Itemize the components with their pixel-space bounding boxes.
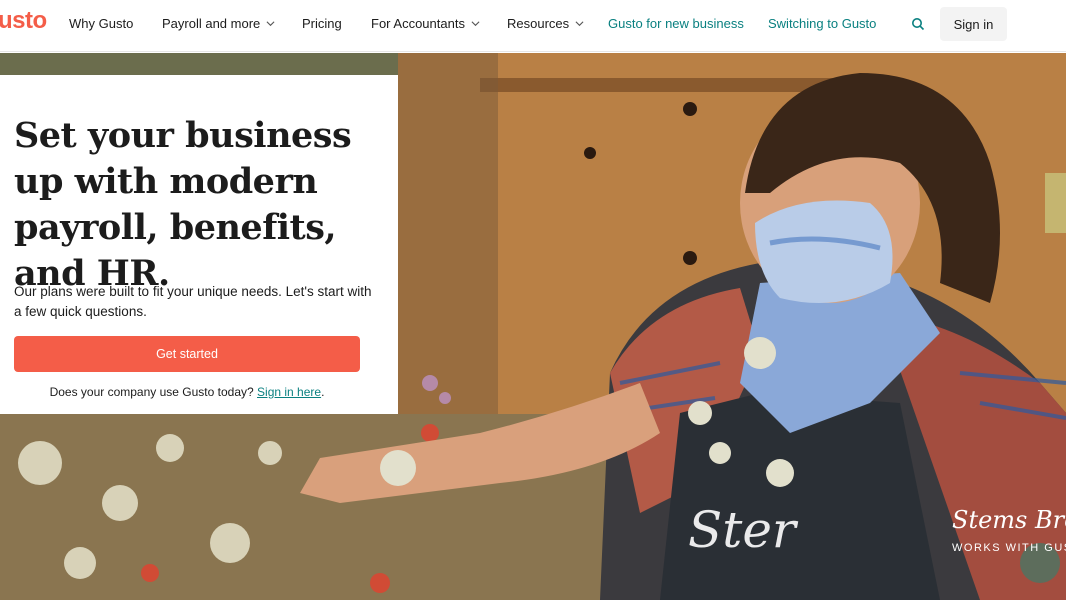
search-icon[interactable]: [911, 17, 925, 31]
chevron-down-icon: [266, 21, 275, 27]
caption-business-name: Stems Brook: [952, 506, 1066, 534]
existing-customer-prefix: Does your company use Gusto today?: [49, 385, 254, 399]
nav-gusto-for-new-business[interactable]: Gusto for new business: [608, 16, 744, 31]
nav-why-gusto[interactable]: Why Gusto: [69, 16, 133, 31]
caption-subtitle: WORKS WITH GUS: [952, 542, 1066, 554]
nav-pricing[interactable]: Pricing: [302, 16, 342, 31]
hero-subtext: Our plans were built to fit your unique …: [14, 284, 372, 319]
photo-caption: Stems Brook WORKS WITH GUS: [952, 506, 1066, 554]
shop-sign-text: Ster: [688, 501, 796, 559]
hero-headline: Set your business up with modern payroll…: [14, 115, 352, 294]
sign-in-here-link[interactable]: Sign in here: [257, 385, 321, 399]
existing-customer-suffix: .: [321, 385, 325, 399]
gusto-logo[interactable]: usto: [0, 7, 47, 35]
nav-accountants-label: For Accountants: [371, 16, 465, 31]
nav-new-business-label: Gusto for new business: [608, 16, 744, 31]
nav-why-gusto-label: Why Gusto: [69, 16, 134, 31]
nav-payroll-and-more[interactable]: Payroll and more: [162, 16, 275, 31]
nav-resources-label: Resources: [507, 16, 570, 31]
chevron-down-icon: [471, 21, 480, 27]
nav-payroll-label: Payroll and more: [162, 16, 261, 31]
nav-resources[interactable]: Resources: [507, 16, 584, 31]
hero-section: Set your business up with modern payroll…: [0, 53, 1066, 600]
signup-card: Set your business up with modern payroll…: [0, 75, 398, 414]
get-started-button[interactable]: Get started: [14, 336, 360, 372]
nav-pricing-label: Pricing: [302, 16, 342, 31]
top-navigation: usto Why Gusto Payroll and more Pricing …: [0, 0, 1066, 52]
sign-in-button[interactable]: Sign in: [940, 7, 1007, 41]
nav-switching-to-gusto[interactable]: Switching to Gusto: [768, 16, 876, 31]
nav-switching-label: Switching to Gusto: [768, 16, 877, 31]
nav-for-accountants[interactable]: For Accountants: [371, 16, 480, 31]
existing-customer-text: Does your company use Gusto today? Sign …: [0, 385, 374, 399]
chevron-down-icon: [575, 21, 584, 27]
